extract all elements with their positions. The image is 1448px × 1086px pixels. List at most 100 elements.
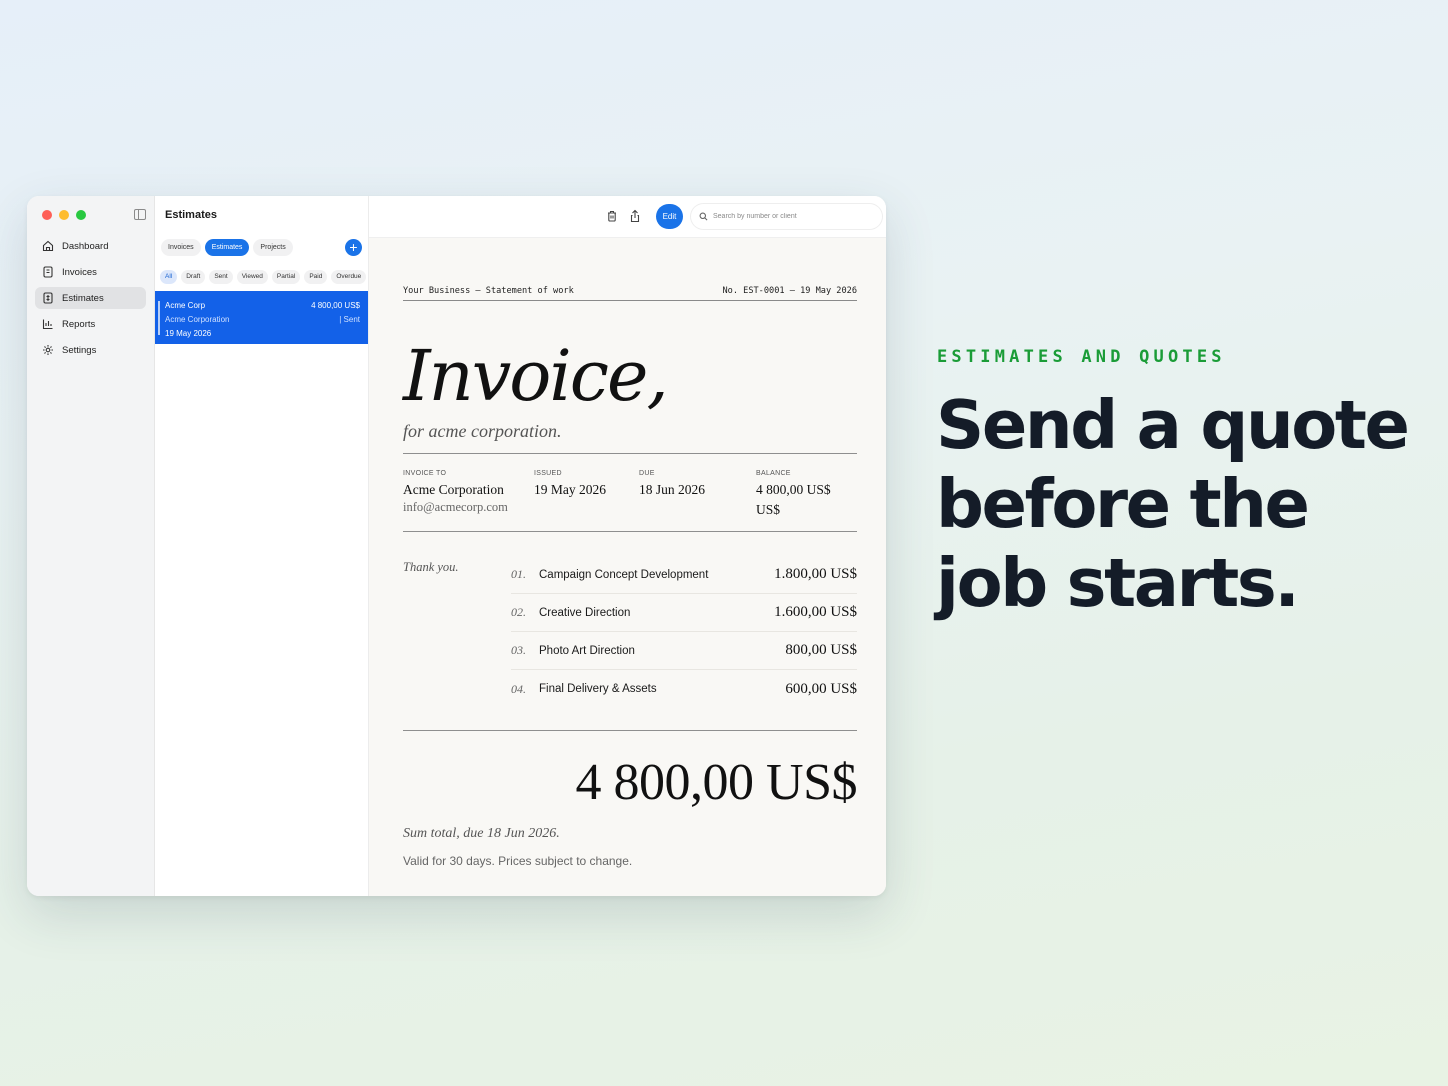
edit-button[interactable]: Edit	[656, 204, 683, 229]
thank-you-note: Thank you.	[403, 560, 459, 575]
divider	[403, 730, 857, 732]
estimates-list-pane: Estimates Invoices Estimates Projects + …	[155, 196, 369, 896]
sidebar-item-settings[interactable]: Settings	[35, 339, 146, 361]
sidebar-toggle-icon[interactable]	[134, 209, 146, 220]
search-field	[691, 204, 882, 229]
item-description: Photo Art Direction	[539, 644, 635, 657]
sidebar-item-invoices[interactable]: Invoices	[35, 261, 146, 283]
item-number: 04.	[511, 681, 526, 696]
segment-projects[interactable]: Projects	[253, 239, 293, 256]
meta-issued-date: 19 May 2026	[534, 482, 606, 497]
minimize-window-button[interactable]	[59, 210, 69, 220]
item-amount: 1.800,00 US$	[774, 566, 857, 583]
line-items: 01. Campaign Concept Development 1.800,0…	[511, 556, 857, 708]
filter-sent[interactable]: Sent	[209, 270, 233, 284]
filter-partial[interactable]: Partial	[271, 270, 301, 284]
meta-label: INVOICE TO	[403, 470, 447, 477]
search-input[interactable]	[713, 213, 873, 220]
document-header-business: Your Business — Statement of work	[403, 286, 574, 296]
app-window: Dashboard Invoices Estimates Reports Set…	[27, 196, 886, 896]
validity-note: Valid for 30 days. Prices subject to cha…	[403, 854, 633, 869]
list-item[interactable]: Acme Corp 4 800,00 US$ Acme Corporation …	[155, 291, 368, 344]
search-icon	[699, 212, 708, 221]
estimate-detail-pane: Edit Your Business — Statement of work N…	[369, 196, 886, 896]
bar-chart-icon	[42, 319, 53, 330]
estimate-doc-icon	[43, 292, 53, 304]
sidebar-item-label: Dashboard	[62, 240, 109, 252]
sidebar: Dashboard Invoices Estimates Reports Set…	[27, 196, 155, 896]
sidebar-item-dashboard[interactable]: Dashboard	[35, 235, 146, 257]
detail-toolbar: Edit	[369, 196, 886, 238]
row-amount: 4 800,00 US$	[311, 300, 360, 310]
filter-paid[interactable]: Paid	[304, 270, 328, 284]
status-badge: | Sent	[339, 314, 360, 324]
table-row: 01. Campaign Concept Development 1.800,0…	[511, 556, 857, 595]
meta-due-date: 18 Jun 2026	[639, 482, 706, 497]
item-description: Creative Direction	[539, 606, 631, 619]
item-description: Final Delivery & Assets	[539, 683, 657, 696]
document-header: Your Business — Statement of work No. ES…	[403, 286, 857, 301]
document-type-segmented-control: Invoices Estimates Projects	[161, 239, 293, 256]
segment-invoices[interactable]: Invoices	[161, 239, 201, 256]
meta-label: DUE	[639, 470, 655, 477]
document-subtitle: for acme corporation.	[403, 421, 562, 441]
total-amount: 4 800,00 US$	[575, 754, 858, 812]
filter-viewed[interactable]: Viewed	[236, 270, 268, 284]
status-filter-bar: All Draft Sent Viewed Partial Paid Overd…	[160, 270, 368, 284]
list-title: Estimates	[165, 209, 217, 221]
gear-icon	[43, 345, 53, 355]
item-number: 03.	[511, 643, 526, 658]
divider	[403, 453, 857, 454]
trash-icon[interactable]	[605, 209, 619, 223]
sidebar-item-reports[interactable]: Reports	[35, 313, 146, 335]
filter-all[interactable]: All	[160, 270, 178, 284]
item-amount: 1.600,00 US$	[774, 604, 857, 621]
table-row: 04. Final Delivery & Assets 600,00 US$	[511, 670, 857, 708]
zoom-window-button[interactable]	[76, 210, 86, 220]
meta-due: DUE 18 Jun 2026	[639, 470, 756, 519]
sum-total-note: Sum total, due 18 Jun 2026.	[403, 826, 560, 842]
row-date: 19 May 2026	[165, 328, 212, 338]
meta-balance-amount: 4 800,00 US$	[756, 482, 831, 497]
item-number: 01.	[511, 567, 526, 582]
table-row: 03. Photo Art Direction 800,00 US$	[511, 632, 857, 671]
meta-balance-value: 4 800,00 US$ US$	[756, 480, 856, 519]
table-row: 02. Creative Direction 1.600,00 US$	[511, 594, 857, 633]
segment-estimates[interactable]: Estimates	[204, 239, 250, 256]
dashboard-icon	[42, 240, 54, 252]
close-window-button[interactable]	[42, 210, 52, 220]
add-estimate-button[interactable]: +	[345, 239, 362, 256]
document-header-number: No. EST-0001 — 19 May 2026	[722, 286, 857, 296]
sidebar-item-label: Reports	[62, 318, 96, 330]
sidebar-nav: Dashboard Invoices Estimates Reports Set…	[35, 235, 146, 365]
invoice-document: Your Business — Statement of work No. ES…	[403, 286, 858, 869]
marketing-eyebrow: ESTIMATES AND QUOTES	[937, 347, 1226, 367]
filter-overdue[interactable]: Overdue	[331, 270, 367, 284]
meta-balance-currency: US$	[756, 501, 781, 517]
meta-invoice-to: INVOICE TO Acme Corporation info@acmecor…	[403, 470, 534, 519]
plus-icon: +	[349, 239, 358, 255]
meta-client-name: Acme Corporation	[403, 482, 504, 497]
filter-draft[interactable]: Draft	[181, 270, 206, 284]
document-title: Invoice,	[403, 335, 669, 417]
row-company: Acme Corporation	[165, 314, 230, 324]
invoice-doc-icon	[43, 266, 53, 278]
meta-label: ISSUED	[534, 470, 562, 477]
row-client: Acme Corp	[165, 300, 206, 310]
window-controls	[42, 210, 86, 220]
sidebar-item-estimates[interactable]: Estimates	[35, 287, 146, 309]
item-amount: 600,00 US$	[785, 680, 857, 697]
meta-label: BALANCE	[756, 470, 791, 477]
invoice-meta: INVOICE TO Acme Corporation info@acmecor…	[403, 470, 857, 531]
share-icon[interactable]	[628, 209, 642, 223]
item-amount: 800,00 US$	[785, 642, 857, 659]
marketing-headline: Send a quote before the job starts.	[936, 386, 1410, 622]
sidebar-item-label: Settings	[62, 344, 97, 356]
meta-balance: BALANCE 4 800,00 US$ US$	[756, 470, 856, 519]
meta-issued: ISSUED 19 May 2026	[534, 470, 639, 519]
sidebar-item-label: Estimates	[62, 292, 104, 304]
line-items-section: Thank you. 01. Campaign Concept Developm…	[403, 556, 857, 708]
item-number: 02.	[511, 605, 526, 620]
sidebar-item-label: Invoices	[62, 266, 97, 278]
divider	[403, 531, 857, 533]
